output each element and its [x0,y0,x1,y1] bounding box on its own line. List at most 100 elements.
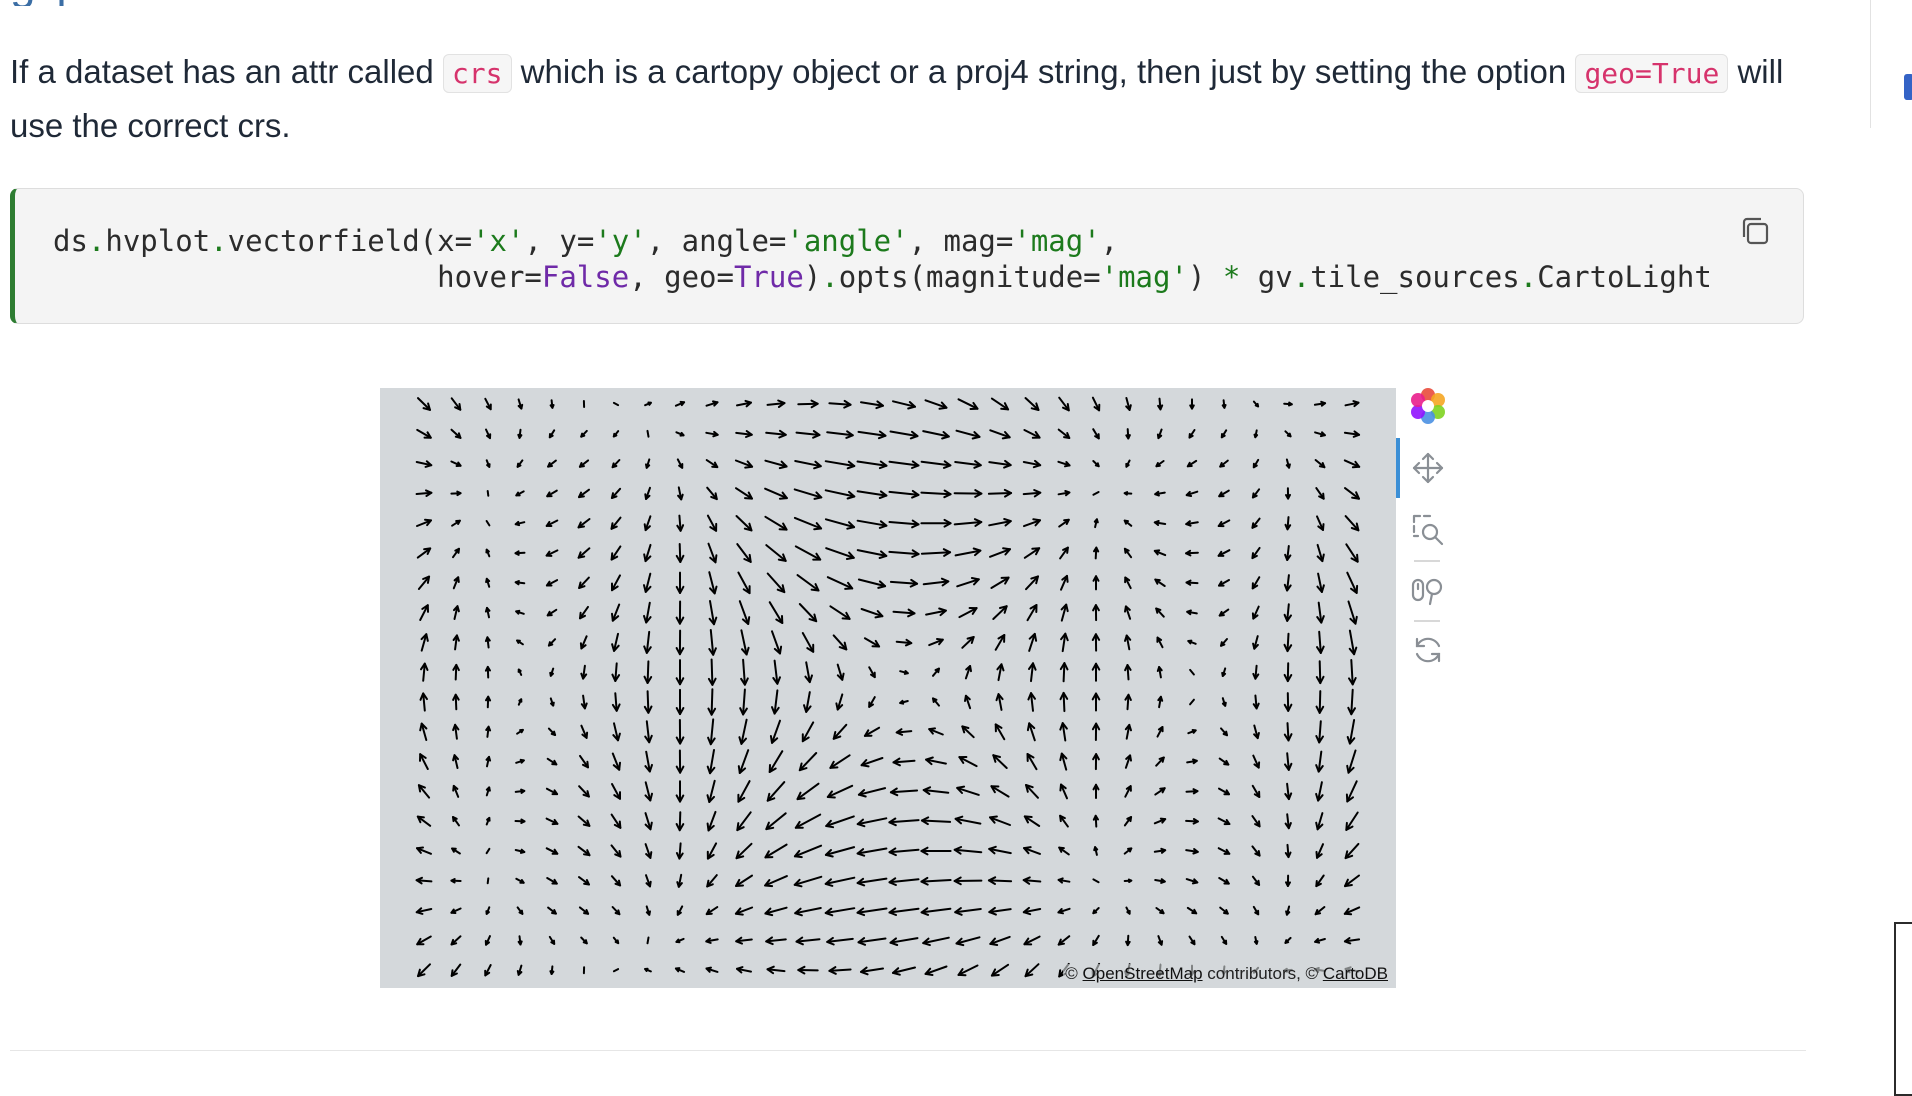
vector-arrow [1190,399,1194,408]
vector-arrow [1094,785,1099,798]
vector-arrow [1024,847,1040,854]
vector-arrow [1287,460,1290,468]
vector-arrow [708,516,716,531]
map-attribution: © OpenStreetMap contributors, © CartoDB [1063,964,1390,984]
vector-arrow [1093,605,1099,620]
vector-arrow [1158,667,1162,677]
copy-button[interactable] [1737,213,1773,249]
inline-code-crs: crs [443,54,512,93]
vector-arrow [1255,937,1258,944]
vector-arrow [453,786,458,797]
vector-arrow [737,544,750,562]
vector-arrow [1285,575,1291,590]
vector-arrow [1223,698,1226,706]
vector-arrow [516,551,525,555]
vector-arrow [834,635,847,649]
code-cell[interactable]: ds.hvplot.vectorfield(x='x', y='y', angl… [10,188,1804,324]
vector-arrow [1285,663,1292,681]
vector-arrow [677,781,684,801]
vector-arrow [452,430,461,438]
vector-arrow [547,878,557,884]
vector-arrow [993,755,1006,768]
vectorfield-canvas[interactable] [380,388,1396,988]
sidebar-indicator[interactable] [1904,74,1912,100]
vector-arrow [924,579,949,586]
vector-arrow [1316,721,1323,742]
vector-arrow [612,876,620,885]
vector-arrow [1155,492,1165,496]
vector-arrow [612,518,621,529]
vector-arrow [923,938,949,945]
vector-arrow [1093,461,1098,466]
vector-arrow [1093,724,1099,740]
vector-arrow [798,967,817,974]
vector-arrow [612,663,619,681]
vector-arrow [487,787,490,795]
vector-arrow [1285,431,1290,436]
vector-arrow [417,848,431,854]
paragraph-text-2: which is a cartopy object or a proj4 str… [512,53,1576,90]
vector-arrow [581,636,587,648]
vector-arrow [828,577,852,589]
vector-arrow [990,548,1010,557]
vector-arrow [548,908,556,914]
vector-arrow [548,610,557,616]
vector-arrow [486,727,490,737]
vector-arrow [955,519,982,526]
vector-arrow [677,812,684,830]
vector-arrow [826,490,855,498]
vector-arrow [859,580,885,588]
vector-arrow [891,938,918,945]
vector-arrow [736,488,752,498]
vector-arrow [708,812,716,831]
code-text[interactable]: ds.hvplot.vectorfield(x='x', y='y', angl… [53,223,1712,295]
vector-arrow [1024,430,1039,438]
vectorfield-plot[interactable]: © OpenStreetMap contributors, © CartoDB [380,388,1396,988]
wheel-zoom-tool[interactable] [1408,570,1448,610]
vector-arrow [989,519,1011,526]
vector-arrow [1346,401,1359,406]
vector-arrow [518,907,523,913]
vector-arrow [645,516,651,530]
vector-arrow [550,669,553,676]
vector-arrow [1187,879,1198,883]
vector-arrow [677,875,682,887]
pan-tool[interactable] [1408,448,1448,488]
vector-arrow [418,398,430,410]
vector-arrow [1252,519,1259,528]
vector-arrow [646,875,651,886]
vector-arrow [770,602,783,623]
cartodb-link[interactable]: CartoDB [1323,964,1388,983]
vector-arrow [1254,907,1258,914]
vector-arrow [956,549,981,556]
box-zoom-tool[interactable] [1408,510,1448,550]
vector-arrow [1024,937,1039,945]
vector-arrow [1093,492,1098,495]
vector-arrow [581,431,587,437]
vector-arrow [1157,638,1162,648]
vector-arrow [826,816,854,827]
vector-arrow [452,521,460,526]
openstreetmap-link[interactable]: OpenStreetMap [1083,964,1203,983]
vector-arrow [707,401,718,405]
bokeh-logo[interactable] [1408,386,1448,426]
vector-arrow [488,878,489,883]
vector-arrow [646,782,653,800]
vector-arrow [1024,877,1041,883]
vector-arrow [966,666,971,678]
vector-arrow [1286,876,1290,886]
vector-arrow [1254,696,1259,709]
vector-arrow [991,786,1008,796]
vector-arrow [1219,491,1229,497]
vector-arrow [647,906,650,914]
vector-arrow [1125,578,1131,589]
vector-arrow [1252,816,1259,826]
vector-arrow [677,631,684,655]
vector-arrow [417,461,432,467]
vector-arrow [516,790,525,793]
vector-arrow [1315,939,1325,943]
vector-arrow [580,607,588,618]
vector-arrow [926,758,946,765]
vector-arrow [579,519,590,527]
reset-tool[interactable] [1408,630,1448,670]
